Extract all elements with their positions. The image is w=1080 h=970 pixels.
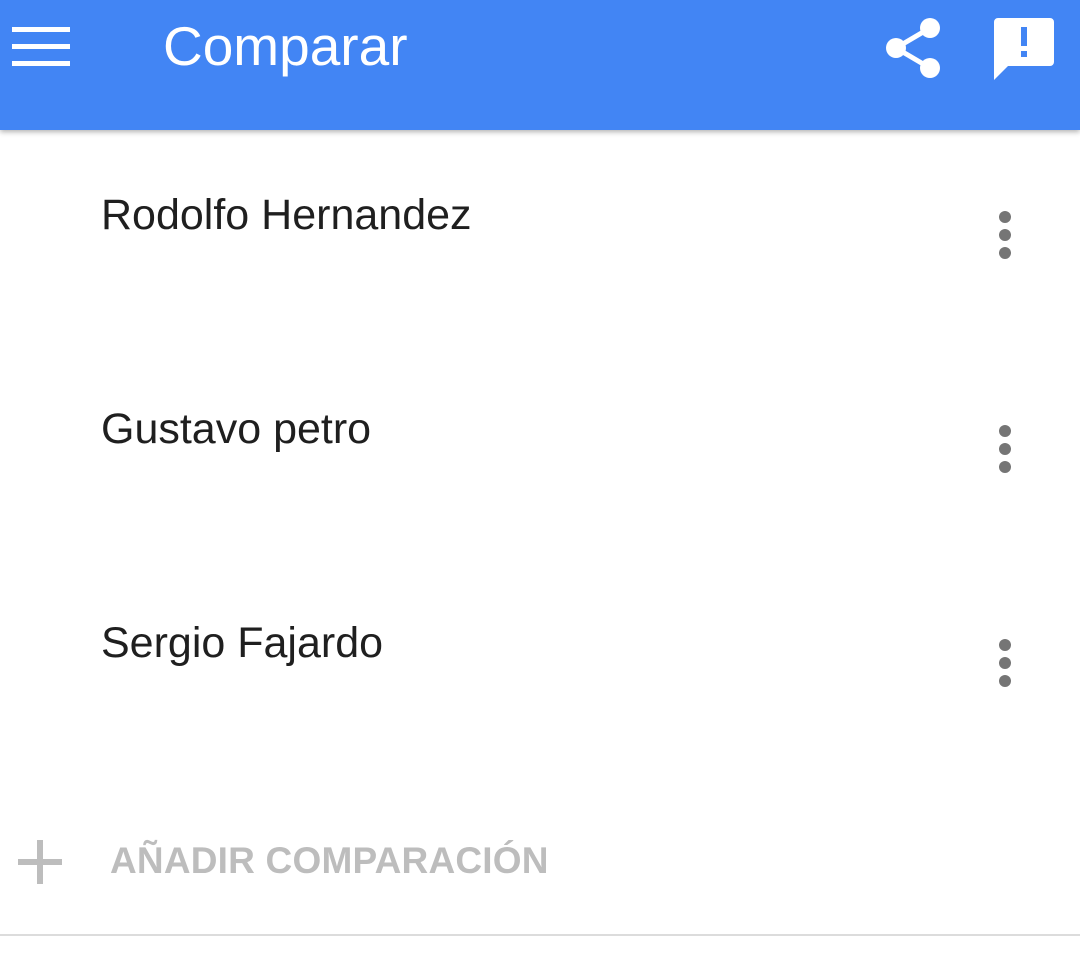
share-icon (886, 18, 940, 78)
menu-button[interactable] (0, 0, 82, 96)
plus-icon (18, 840, 62, 884)
comparison-label: Gustavo petro (101, 405, 372, 453)
more-options-button[interactable] (975, 628, 1035, 698)
comparison-list: Rodolfo Hernandez Gustavo petro Sergio F… (0, 130, 1080, 772)
list-item[interactable]: Gustavo petro (0, 344, 1080, 558)
share-button[interactable] (872, 6, 952, 90)
hamburger-menu-icon (12, 27, 70, 66)
more-vert-icon (999, 211, 1011, 259)
comparison-label: Sergio Fajardo (101, 619, 384, 667)
more-options-button[interactable] (975, 200, 1035, 270)
compare-screen: Comparar Rodolfo Hernandez Gustavo petro… (0, 0, 1080, 970)
divider (0, 934, 1080, 936)
more-vert-icon (999, 639, 1011, 687)
feedback-button[interactable] (982, 6, 1066, 90)
more-options-button[interactable] (975, 414, 1035, 484)
list-item[interactable]: Sergio Fajardo (0, 558, 1080, 772)
feedback-icon (994, 18, 1054, 80)
app-toolbar: Comparar (0, 0, 1080, 130)
page-title: Comparar (163, 15, 408, 77)
more-vert-icon (999, 425, 1011, 473)
comparison-label: Rodolfo Hernandez (101, 191, 472, 239)
add-comparison-label: AÑADIR COMPARACIÓN (110, 840, 549, 881)
add-comparison-button[interactable]: AÑADIR COMPARACIÓN (0, 805, 1080, 915)
list-item[interactable]: Rodolfo Hernandez (0, 130, 1080, 344)
